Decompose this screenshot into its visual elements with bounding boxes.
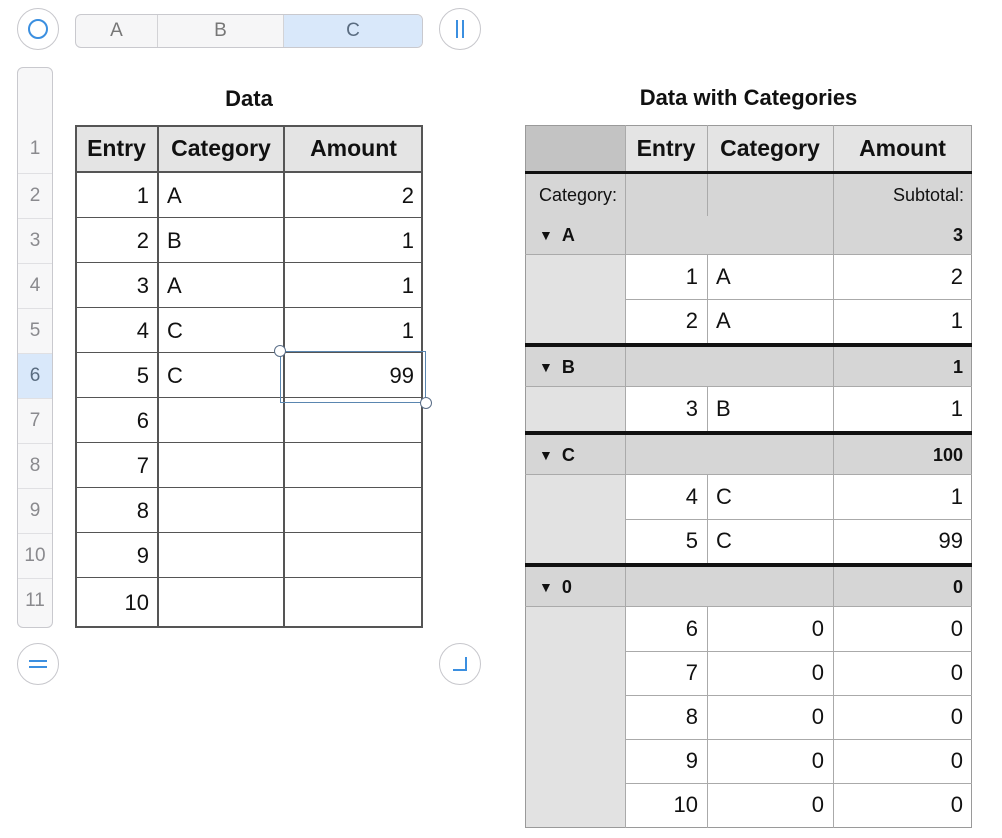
add-column-button[interactable] (439, 8, 481, 50)
resize-table-button[interactable] (439, 643, 481, 685)
selection-handle-bottom-right[interactable] (420, 397, 432, 409)
table2-divider (625, 695, 972, 696)
table2-divider (707, 125, 708, 174)
row-header[interactable]: 5 (18, 308, 52, 353)
row-header[interactable]: 7 (18, 398, 52, 443)
table2-divider (625, 216, 626, 828)
row-header[interactable]: 2 (18, 173, 52, 218)
table2-divider (525, 474, 972, 475)
table1-divider (75, 532, 423, 533)
row-header-bar: 1 2 3 4 5 6 7 8 9 10 11 (17, 67, 53, 628)
row-header[interactable]: 4 (18, 263, 52, 308)
table2-divider (625, 783, 972, 784)
cell-selection-outline (280, 351, 426, 403)
table1-divider (75, 307, 423, 308)
table2-divider (833, 125, 834, 828)
table2-divider (707, 387, 708, 431)
group-separator (525, 563, 972, 567)
table-select-icon (28, 19, 48, 39)
table2-divider (625, 651, 972, 652)
table2-divider (525, 254, 972, 255)
categories-table: Entry Category Amount Category: Subtotal… (525, 125, 972, 828)
table1-divider (75, 171, 423, 173)
group-separator (525, 343, 972, 347)
table2-divider (525, 606, 972, 607)
table1-divider (75, 487, 423, 488)
table1-divider (75, 577, 423, 578)
group-separator (525, 431, 972, 435)
table2-divider (625, 519, 972, 520)
row-header[interactable]: 8 (18, 443, 52, 488)
data-table: Entry Category Amount 1 A 2 2 B 1 3 A 1 … (75, 125, 432, 628)
column-header-bar: A B C (75, 14, 423, 48)
add-row-icon (29, 660, 47, 668)
row-header[interactable]: 3 (18, 218, 52, 263)
row-header[interactable]: 1 (18, 126, 52, 171)
column-header-c[interactable]: C (284, 15, 422, 47)
table1-divider (75, 442, 423, 443)
table-select-button[interactable] (17, 8, 59, 50)
table2-header-rule (525, 171, 972, 174)
add-column-icon (456, 20, 464, 38)
table2-divider (707, 174, 708, 216)
row-header[interactable]: 11 (18, 578, 52, 623)
table1-title: Data (225, 86, 273, 111)
table2-divider (625, 739, 972, 740)
add-row-button[interactable] (17, 643, 59, 685)
selection-handle-top-left[interactable] (274, 345, 286, 357)
table1-divider (75, 217, 423, 218)
row-header-selected[interactable]: 6 (18, 353, 52, 398)
table2-divider (625, 299, 972, 300)
resize-table-icon (453, 657, 467, 671)
table2-divider (707, 607, 708, 828)
table2-border (525, 125, 972, 828)
table2-divider (525, 386, 972, 387)
column-header-a[interactable]: A (76, 15, 158, 47)
table2-title: Data with Categories (639, 85, 858, 110)
row-header[interactable]: 9 (18, 488, 52, 533)
table1-divider (157, 125, 159, 628)
table1-divider (75, 262, 423, 263)
column-header-b[interactable]: B (158, 15, 284, 47)
row-header[interactable]: 10 (18, 533, 52, 578)
